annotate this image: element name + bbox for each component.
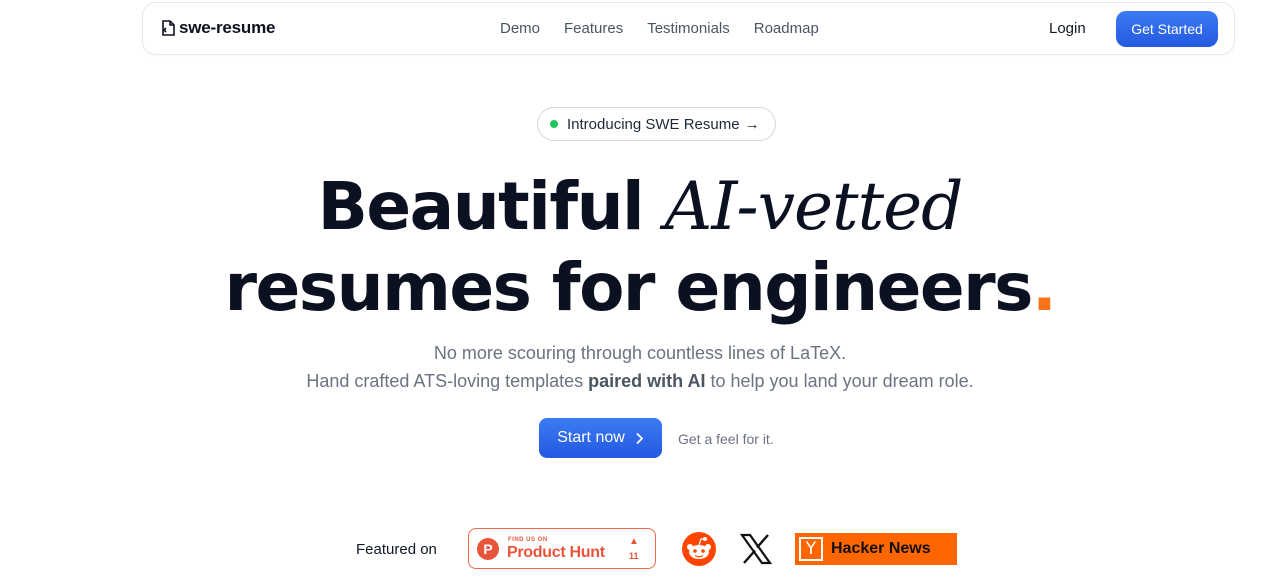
- headline-beautiful: Beautiful: [317, 168, 665, 245]
- product-hunt-icon: P: [477, 538, 499, 560]
- hero-subtitle-line1: No more scouring through countless lines…: [433, 343, 847, 363]
- get-started-button[interactable]: Get Started: [1116, 11, 1218, 47]
- headline-ai-vetted: AI-vetted: [664, 168, 964, 245]
- announcement-text: Introducing SWE Resume: [567, 115, 740, 133]
- logo[interactable]: swe-resume: [160, 18, 275, 38]
- x-twitter-icon[interactable]: [739, 532, 773, 566]
- product-hunt-name: Product Hunt: [507, 544, 605, 561]
- subtitle-part-c: to help you land your dream role.: [705, 371, 974, 391]
- status-dot: [550, 120, 558, 128]
- navbar: swe-resume Demo Features Testimonials Ro…: [142, 2, 1235, 55]
- announcement-pill[interactable]: Introducing SWE Resume →: [537, 107, 776, 141]
- subtitle-part-a: Hand crafted ATS-loving templates: [306, 371, 589, 391]
- file-code-icon: [162, 20, 175, 36]
- chevron-right-icon: [636, 432, 644, 444]
- product-hunt-badge[interactable]: P FIND US ON Product Hunt ▲ 11: [468, 528, 656, 569]
- y-combinator-icon: Y: [799, 537, 823, 561]
- hero-headline-line2: resumes for engineers.: [0, 255, 1280, 321]
- headline-resumes: resumes for engineers: [224, 249, 1034, 326]
- reddit-icon[interactable]: [682, 532, 716, 566]
- start-now-label: Start now: [557, 429, 625, 446]
- product-hunt-small-text: FIND US ON: [508, 537, 548, 543]
- upvote-count: 11: [629, 551, 639, 561]
- logo-text: swe-resume: [179, 18, 276, 37]
- arrow-right-icon: →: [744, 115, 760, 133]
- start-now-button[interactable]: Start now: [539, 418, 662, 458]
- nav-links: Demo Features Testimonials Roadmap: [500, 20, 843, 37]
- hero-headline-line1: Beautiful AI-vetted: [0, 174, 1280, 240]
- login-link[interactable]: Login: [1049, 20, 1086, 37]
- hero-subtitle-line2: Hand crafted ATS-loving templates paired…: [0, 372, 1280, 390]
- featured-on-label: Featured on: [356, 541, 437, 558]
- upvote-icon: ▲: [629, 536, 639, 547]
- nav-link-features[interactable]: Features: [564, 20, 623, 37]
- headline-dot: .: [1031, 249, 1057, 326]
- hacker-news-name: Hacker News: [831, 540, 931, 557]
- nav-link-roadmap[interactable]: Roadmap: [754, 20, 819, 37]
- subtitle-emphasis: paired with AI: [588, 371, 706, 391]
- hacker-news-badge[interactable]: Y Hacker News: [795, 533, 957, 565]
- nav-link-demo[interactable]: Demo: [500, 20, 540, 37]
- nav-link-testimonials[interactable]: Testimonials: [647, 20, 730, 37]
- get-a-feel-link[interactable]: Get a feel for it.: [678, 431, 774, 447]
